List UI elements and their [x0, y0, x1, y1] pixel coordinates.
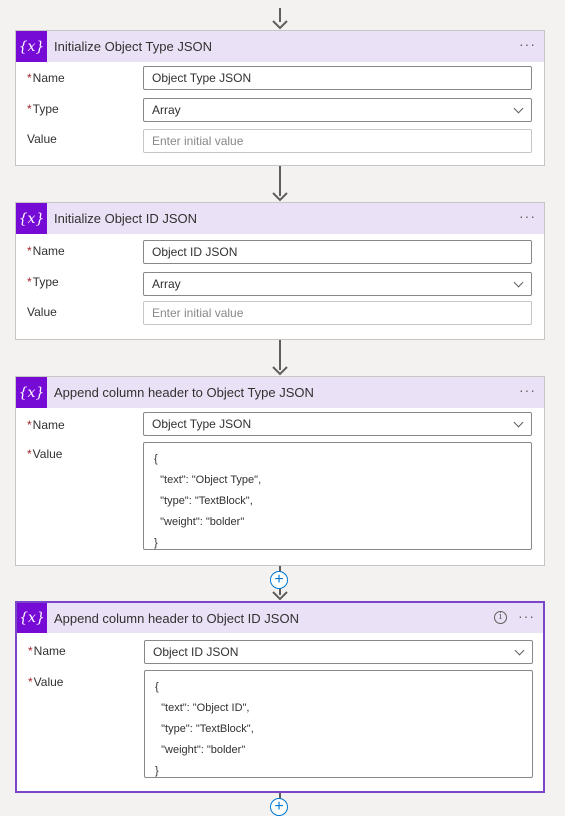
code-line: "weight": "bolder" — [155, 744, 246, 756]
variable-icon: {x} — [16, 203, 47, 234]
card-header[interactable]: {x} Initialize Object ID JSON ··· — [16, 203, 544, 234]
code-line: "text": "Object ID", — [155, 702, 250, 714]
more-options-icon[interactable]: ··· — [519, 37, 536, 51]
code-line: "weight": "bolder" — [154, 516, 245, 528]
add-step-button[interactable]: + — [270, 571, 288, 589]
code-line: { — [154, 453, 158, 465]
value-textarea[interactable]: { "text": "Object ID", "type": "TextBloc… — [144, 670, 533, 778]
action-card-initialize-object-type-json[interactable]: {x} Initialize Object Type JSON ··· *Nam… — [15, 30, 545, 166]
card-header[interactable]: {x} Initialize Object Type JSON ··· — [16, 31, 544, 62]
name-label: *Name — [27, 244, 65, 258]
name-input[interactable]: Object ID JSON — [143, 240, 532, 264]
name-select[interactable]: Object ID JSON — [144, 640, 533, 664]
card-title: Initialize Object ID JSON — [54, 211, 198, 226]
code-line: "text": "Object Type", — [154, 474, 262, 486]
value-label: *Value — [27, 447, 63, 461]
required-marker: * — [27, 447, 32, 461]
card-header[interactable]: {x} Append column header to Object Type … — [16, 377, 544, 408]
info-icon[interactable]: i — [494, 611, 507, 624]
value-label: Value — [27, 132, 57, 146]
connector-arrow — [271, 340, 289, 376]
add-step-button[interactable]: + — [270, 798, 288, 816]
card-title: Append column header to Object ID JSON — [54, 610, 299, 626]
more-options-icon[interactable]: ··· — [518, 609, 535, 623]
action-card-append-object-id-json[interactable]: {x} Append column header to Object ID JS… — [15, 601, 545, 793]
type-label: *Type — [27, 275, 59, 289]
code-line: } — [154, 537, 158, 549]
type-select[interactable]: Array — [143, 272, 532, 296]
variable-icon: {x} — [16, 31, 47, 62]
value-input[interactable]: Enter initial value — [143, 301, 532, 325]
value-textarea[interactable]: { "text": "Object Type", "type": "TextBl… — [143, 442, 532, 550]
required-marker: * — [27, 418, 32, 432]
action-card-initialize-object-id-json[interactable]: {x} Initialize Object ID JSON ··· *Name … — [15, 202, 545, 340]
name-label: *Name — [28, 644, 66, 658]
variable-icon: {x} — [17, 603, 47, 633]
card-title: Initialize Object Type JSON — [54, 39, 212, 54]
name-label: *Name — [27, 418, 65, 432]
variable-icon: {x} — [16, 377, 47, 408]
required-marker: * — [27, 244, 32, 258]
type-label: *Type — [27, 102, 59, 116]
name-label: *Name — [27, 71, 65, 85]
required-marker: * — [28, 644, 33, 658]
required-marker: * — [28, 675, 33, 689]
connector-arrow — [271, 8, 289, 30]
card-title: Append column header to Object Type JSON — [54, 385, 314, 400]
value-label: Value — [27, 305, 57, 319]
name-select[interactable]: Object Type JSON — [143, 412, 532, 436]
code-line: } — [155, 765, 159, 777]
required-marker: * — [27, 275, 32, 289]
type-select[interactable]: Array — [143, 98, 532, 122]
card-header[interactable]: {x} Append column header to Object ID JS… — [17, 603, 543, 633]
required-marker: * — [27, 71, 32, 85]
more-options-icon[interactable]: ··· — [519, 383, 536, 397]
value-input[interactable]: Enter initial value — [143, 129, 532, 153]
name-input[interactable]: Object Type JSON — [143, 66, 532, 90]
code-line: "type": "TextBlock", — [155, 723, 254, 735]
action-card-append-object-type-json[interactable]: {x} Append column header to Object Type … — [15, 376, 545, 566]
code-line: "type": "TextBlock", — [154, 495, 253, 507]
more-options-icon[interactable]: ··· — [519, 209, 536, 223]
code-line: { — [155, 681, 159, 693]
value-label: *Value — [28, 675, 64, 689]
connector-arrow — [271, 166, 289, 202]
required-marker: * — [27, 102, 32, 116]
